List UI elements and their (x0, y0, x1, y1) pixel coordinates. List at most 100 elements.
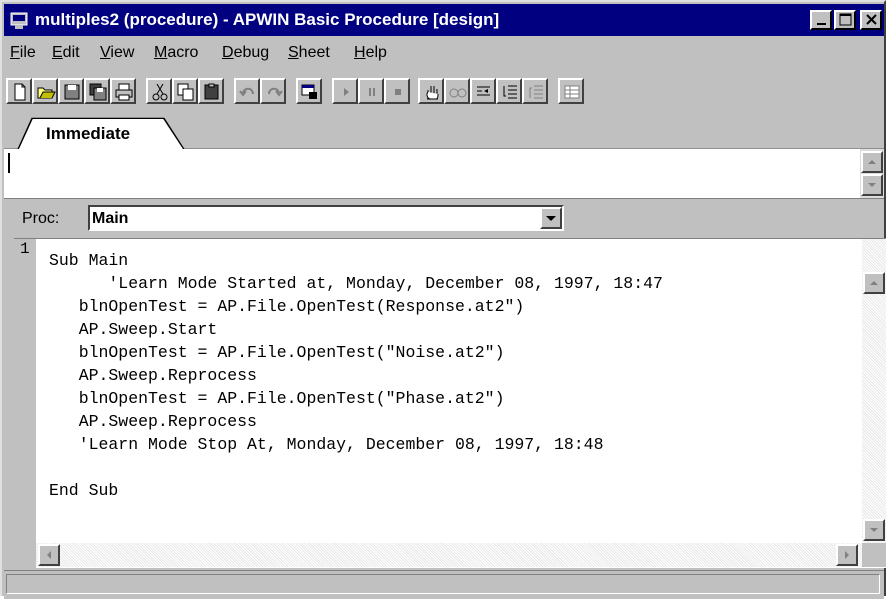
editor-scroll-up-button[interactable] (863, 272, 885, 294)
sheet-icon (564, 85, 580, 99)
scrollbar-corner (862, 543, 886, 567)
arrow-right-icon (845, 551, 849, 559)
run-icon (344, 88, 349, 96)
pause-icon (369, 88, 375, 96)
print-icon (115, 83, 133, 101)
code-editor[interactable]: 1 Sub Main 'Learn Mode Started at, Monda… (14, 238, 886, 568)
code-line: blnOpenTest = AP.File.OpenTest("Noise.at… (49, 343, 505, 362)
code-line: AP.Sweep.Reprocess (49, 412, 257, 431)
undo-icon (239, 87, 254, 97)
code-line: End Sub (49, 481, 119, 500)
code-line: Sub Main (49, 251, 129, 270)
code-line: blnOpenTest = AP.File.OpenTest(Response.… (49, 297, 525, 316)
editor-scroll-down-button[interactable] (863, 519, 885, 541)
step-over-icon (503, 85, 517, 99)
code-line: 'Learn Mode Stop At, Monday, December 08… (49, 435, 604, 454)
step-over-button[interactable] (496, 78, 522, 104)
minimize-icon (817, 23, 826, 25)
copy-icon (177, 83, 194, 101)
toggle-breakpoint-icon (426, 86, 439, 100)
immediate-pane[interactable] (4, 149, 884, 199)
proc-label: Proc: (22, 210, 60, 227)
open-icon (37, 87, 56, 99)
menu-sheet[interactable]: Sheet (288, 44, 330, 62)
maximize-icon (839, 13, 852, 26)
open-button[interactable] (32, 78, 58, 104)
line-number: 1 (20, 240, 30, 258)
save-icon (64, 84, 80, 100)
window-title: multiples2 (procedure) - APWIN Basic Pro… (35, 10, 500, 29)
redo-button[interactable] (260, 78, 286, 104)
code-line: 'Learn Mode Started at, Monday, December… (49, 274, 663, 293)
proc-select[interactable]: Main (88, 205, 564, 231)
arrow-up-icon (870, 281, 878, 285)
proc-row: Proc: Main (4, 202, 884, 234)
run-button[interactable] (332, 78, 358, 104)
arrow-down-icon (868, 183, 876, 187)
menu-edit[interactable]: Edit (52, 44, 80, 62)
toggle-breakpoint-button[interactable] (418, 78, 444, 104)
step-into-button[interactable] (470, 78, 496, 104)
dialog-editor-button[interactable] (296, 78, 322, 104)
tab-immediate-label: Immediate (46, 124, 131, 143)
title-bar[interactable]: multiples2 (procedure) - APWIN Basic Pro… (4, 4, 884, 36)
menu-file[interactable]: File (10, 44, 36, 62)
app-window: multiples2 (procedure) - APWIN Basic Pro… (0, 0, 886, 599)
arrow-left-icon (47, 551, 51, 559)
arrow-up-icon (868, 160, 876, 164)
immediate-scroll-up-button[interactable] (861, 151, 883, 173)
maximize-button[interactable] (834, 10, 856, 30)
cut-button[interactable] (146, 78, 172, 104)
paste-icon (204, 83, 219, 100)
editor-scroll-right-button[interactable] (836, 544, 858, 566)
step-out-button[interactable] (522, 78, 548, 104)
editor-vertical-scrollbar[interactable] (862, 239, 886, 543)
line-gutter: 1 (14, 239, 36, 568)
step-into-icon (477, 86, 490, 96)
undo-button[interactable] (234, 78, 260, 104)
quick-watch-button[interactable] (444, 78, 470, 104)
copy-button[interactable] (172, 78, 198, 104)
immediate-scrollbar[interactable] (860, 149, 884, 198)
redo-icon (268, 87, 283, 97)
menu-help[interactable]: Help (354, 44, 387, 62)
new-icon (14, 83, 26, 101)
save-button[interactable] (58, 78, 84, 104)
chevron-down-icon (546, 216, 556, 221)
pause-button[interactable] (358, 78, 384, 104)
step-out-icon (529, 85, 543, 99)
app-icon[interactable] (10, 12, 28, 30)
new-button[interactable] (6, 78, 32, 104)
status-bar (4, 570, 884, 599)
toolbar (6, 76, 706, 108)
immediate-tabstrip: Immediate (4, 114, 884, 150)
menu-view[interactable]: View (100, 44, 134, 62)
menu-debug[interactable]: Debug (222, 44, 269, 62)
sheet-button[interactable] (558, 78, 584, 104)
close-button[interactable] (860, 10, 882, 30)
editor-scroll-left-button[interactable] (38, 544, 60, 566)
text-cursor (8, 153, 10, 173)
stop-icon (395, 89, 401, 95)
proc-value: Main (92, 210, 129, 227)
code-line: AP.Sweep.Reprocess (49, 366, 257, 385)
save-all-icon (89, 83, 107, 101)
editor-horizontal-scrollbar[interactable] (36, 543, 862, 567)
code-text[interactable]: Sub Main 'Learn Mode Started at, Monday,… (49, 249, 663, 502)
tab-immediate[interactable]: Immediate (18, 118, 184, 150)
cut-icon (152, 83, 168, 101)
immediate-scroll-down-button[interactable] (861, 174, 883, 196)
dialog-editor-icon (301, 84, 317, 99)
code-line: blnOpenTest = AP.File.OpenTest("Phase.at… (49, 389, 505, 408)
save-all-button[interactable] (84, 78, 110, 104)
paste-button[interactable] (198, 78, 224, 104)
proc-dropdown-button[interactable] (540, 207, 562, 229)
menu-macro[interactable]: Macro (154, 44, 198, 62)
print-button[interactable] (110, 78, 136, 104)
minimize-button[interactable] (810, 10, 832, 30)
status-panel (6, 574, 880, 594)
stop-button[interactable] (384, 78, 410, 104)
arrow-down-icon (870, 528, 878, 532)
quick-watch-icon (449, 88, 467, 98)
